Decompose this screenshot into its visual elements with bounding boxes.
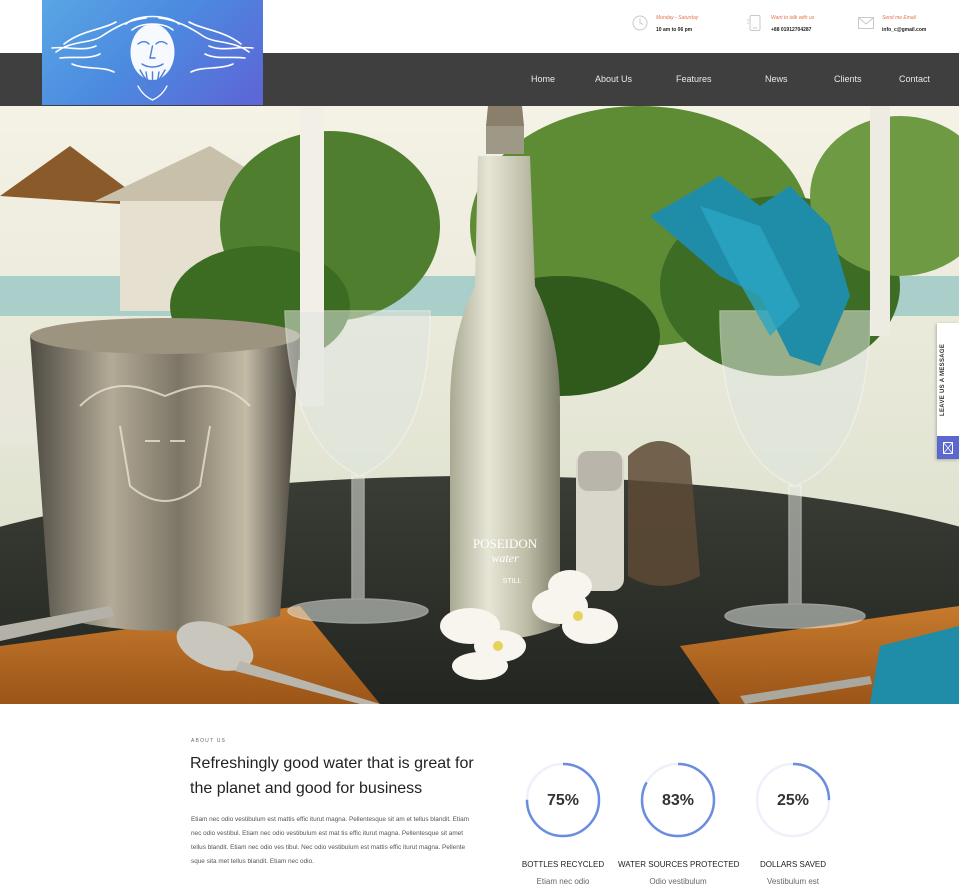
stat-label: BOTTLES RECYCLED	[521, 860, 605, 869]
poseidon-face-logo	[51, 15, 254, 101]
stat-label: WATER SOURCES PROTECTED	[618, 860, 740, 869]
stat-sub: Vestibulum est	[766, 877, 820, 886]
email-info[interactable]: Send me Email info_c@gmail.com	[857, 14, 926, 35]
stat-percent: 83%	[661, 792, 695, 809]
nav-contact[interactable]: Contact	[899, 74, 930, 84]
hours-label: Monday - Saturday	[656, 15, 699, 21]
nav-news[interactable]: News	[765, 74, 788, 84]
stat-bottles-recycled: 75% BOTTLES RECYCLED Etiam nec odio	[503, 758, 623, 886]
nav-features[interactable]: Features	[676, 74, 712, 84]
bottle-brand: POSEIDON	[473, 536, 538, 551]
nav-home[interactable]: Home	[531, 74, 555, 84]
bottle-type: STILL	[503, 578, 522, 585]
leave-message-tab[interactable]: LEAVE US A MESSAGE	[937, 323, 959, 459]
hours-value: 10 am to 06 pm	[656, 27, 693, 33]
hero-image: POSEIDON water STILL	[0, 106, 959, 704]
phone-icon	[746, 15, 761, 31]
email-value[interactable]: info_c@gmail.com	[882, 26, 926, 35]
stat-dollars-saved: 25% DOLLARS SAVED Vestibulum est	[733, 758, 853, 886]
side-tab-icon-box[interactable]	[937, 436, 959, 459]
envelope-icon	[858, 17, 874, 29]
restaurant-table-scene: POSEIDON water STILL	[0, 106, 959, 704]
nav-clients[interactable]: Clients	[834, 74, 862, 84]
phone-label: Want to talk with us	[771, 15, 815, 21]
hours-info: Monday - Saturday 10 am to 06 pm	[631, 14, 698, 35]
phone-info[interactable]: Want to talk with us +88 01912704287	[746, 14, 814, 35]
envelope-icon	[943, 441, 953, 454]
stat-percent: 25%	[776, 792, 810, 809]
phone-value[interactable]: +88 01912704287	[771, 26, 814, 35]
stat-sub: Etiam nec odio	[536, 877, 590, 886]
about-title: Refreshingly good water that is great fo…	[190, 755, 474, 797]
stat-percent: 75%	[546, 792, 580, 809]
nav-about-us[interactable]: About Us	[595, 74, 632, 84]
stat-water-sources: 83% WATER SOURCES PROTECTED Odio vestibu…	[618, 758, 740, 886]
stat-label: DOLLARS SAVED	[759, 860, 827, 869]
about-body: Etiam nec odio vestibulum est mattis eff…	[191, 816, 470, 865]
clock-icon	[632, 15, 648, 31]
email-label: Send me Email	[882, 15, 916, 21]
site-logo[interactable]	[42, 0, 263, 105]
bottle-sub: water	[491, 551, 519, 565]
about-kicker: ABOUT US	[191, 738, 227, 744]
stat-sub: Odio vestibulum	[649, 877, 707, 886]
leave-message-label: LEAVE US A MESSAGE	[940, 343, 946, 416]
